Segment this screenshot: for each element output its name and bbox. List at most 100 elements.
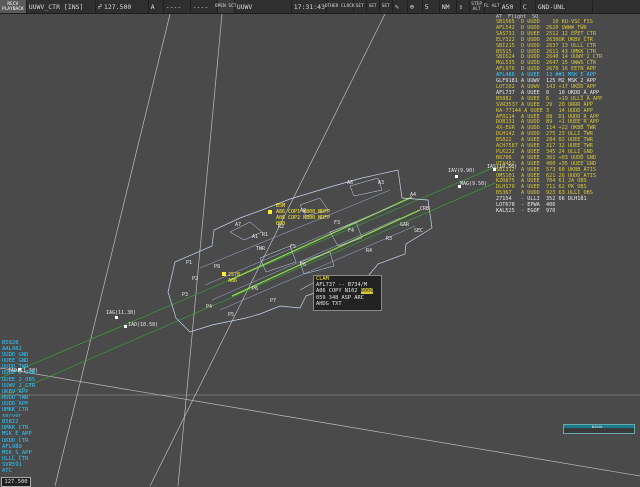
ground-tag: P6 bbox=[252, 286, 258, 292]
open-sct-label: OPEN SCT bbox=[214, 4, 237, 9]
ground-tag: A4 bbox=[410, 192, 416, 198]
top-toolbar: RECV PLAYBACK UUWV_CTR [INS] ☍ 127.500 A… bbox=[0, 0, 640, 14]
ground-tag: SEC bbox=[414, 228, 423, 234]
airport-label: UUWV bbox=[236, 2, 253, 11]
pencil-icon: ✎ bbox=[394, 2, 399, 11]
gnd-label: GND-UNL bbox=[537, 2, 566, 11]
fl-alt-button[interactable]: FL ALT bbox=[483, 0, 500, 13]
clock-time: 17:31:43 bbox=[293, 2, 325, 11]
ground-tag: CRB bbox=[420, 206, 429, 212]
range-arrows[interactable]: ⇕ bbox=[457, 0, 470, 13]
airport-field[interactable]: UUWV bbox=[235, 0, 292, 13]
radio-icon: ☍ bbox=[97, 2, 102, 11]
fix-markers: IAG(11.30) IAD(10.50) IAV(9.90) MAG(9.50… bbox=[8, 164, 517, 374]
winds-window[interactable]: Winds bbox=[563, 424, 635, 434]
ground-tag: A3 bbox=[378, 180, 384, 186]
fix-marker bbox=[455, 175, 458, 178]
ground-tag: P2 bbox=[192, 276, 198, 282]
arrows-icon: ⇕ bbox=[458, 2, 463, 11]
flight-list-rows: SB1565 D UUDD 10 RU-VSC_FSS AFL542 D UUDD… bbox=[494, 19, 640, 215]
other-clock-button[interactable]: OTHER CLOCK bbox=[324, 0, 355, 13]
atis-dashes: ---- bbox=[165, 2, 182, 11]
grid-line bbox=[177, 14, 223, 486]
ground-tag: TWR bbox=[256, 246, 266, 252]
position-label: UUWV_CTR [INS] bbox=[28, 2, 84, 11]
range-value: 5 bbox=[424, 2, 429, 11]
tag-highlight: 0000 bbox=[360, 288, 374, 295]
ground-tag: F6 bbox=[300, 262, 306, 268]
step-button[interactable]: STEP ALT bbox=[470, 0, 485, 13]
clock: 17:31:43 bbox=[292, 0, 327, 13]
gnd-filter[interactable]: GND-UNL bbox=[536, 0, 593, 13]
alt-label: ALT bbox=[472, 6, 481, 12]
grid-line bbox=[0, 367, 640, 477]
unit-field[interactable]: NM bbox=[440, 0, 457, 13]
set-button-2[interactable]: SET bbox=[367, 0, 380, 13]
pencil-button[interactable]: ✎ bbox=[393, 0, 408, 13]
ground-tag: GAR bbox=[400, 222, 410, 228]
target-b5m[interactable]: B5M A86 COP1 N800 NDFP A06 COP2 N800 NDF… bbox=[268, 203, 330, 227]
playback-button[interactable]: RECV PLAYBACK bbox=[0, 0, 27, 13]
tag-leader-line bbox=[299, 282, 314, 291]
other-clock-label: OTHER CLOCK bbox=[324, 4, 355, 9]
frequency-value: 127.500 bbox=[103, 2, 132, 11]
atis-field[interactable]: ---- bbox=[164, 0, 191, 13]
freq-mode[interactable]: A bbox=[149, 0, 164, 13]
ground-tag: A7 bbox=[235, 222, 241, 228]
set-button-1[interactable]: SET bbox=[354, 0, 367, 13]
unit-label: NM bbox=[441, 2, 450, 11]
range-field[interactable]: 5 bbox=[423, 0, 440, 13]
flight-list: AT Flight SQ SB1565 D UUDD 10 RU-VSC_FSS… bbox=[494, 14, 640, 220]
taxiway-outline bbox=[199, 189, 416, 311]
stations-rows: B5828 AAL482 UUDD_GND UUEE_GND UUDD_TWR UUEE_… bbox=[2, 340, 62, 474]
fix-label: MAG(9.50) bbox=[460, 181, 487, 187]
ground-tag: F3 bbox=[334, 220, 340, 226]
aircraft-target-icon bbox=[222, 272, 226, 276]
target-tag-line: A06 bbox=[228, 278, 237, 284]
ground-tag: P8 bbox=[214, 264, 220, 270]
winds-window-title: Winds bbox=[592, 425, 603, 429]
ground-tag: P4 bbox=[206, 304, 212, 310]
atc-stations-list: B5828 AAL482 UUDD_GND UUEE_GND UUDD_TWR UUEE_… bbox=[2, 340, 62, 474]
ground-tag: P5 bbox=[228, 312, 234, 318]
ground-tag: P3 bbox=[182, 292, 188, 298]
fix-label: IAV(9.90) bbox=[448, 168, 475, 174]
grid-line bbox=[149, 14, 386, 486]
aircraft-target-icon bbox=[268, 210, 272, 214]
north-button[interactable]: ⊕ bbox=[408, 0, 423, 13]
ground-tag: P1 bbox=[186, 260, 192, 266]
tag-line-text: A06 COPY N102 bbox=[316, 288, 361, 295]
transition-value: A50 bbox=[501, 2, 514, 11]
ground-tag: R4 bbox=[366, 248, 372, 254]
ground-tag: A1 bbox=[252, 234, 258, 240]
flight-list-row[interactable]: KAL525 - EGOF 970 bbox=[494, 208, 640, 215]
selected-aircraft-tag[interactable]: CLAM AFL737 -- B734/M A06 COPY N102 0000… bbox=[313, 275, 382, 311]
fix-marker bbox=[124, 325, 127, 328]
fix-marker bbox=[115, 316, 118, 319]
target-tag-line: 000 bbox=[276, 221, 285, 227]
c-button[interactable]: C bbox=[521, 0, 536, 13]
fl-alt-label: FL ALT bbox=[483, 4, 500, 9]
ground-tag: F5 bbox=[290, 244, 296, 250]
ground-tag: R1 bbox=[262, 232, 268, 238]
ground-tag: P7 bbox=[270, 298, 276, 304]
set-button-3[interactable]: SET bbox=[380, 0, 393, 13]
position-field[interactable]: UUWV_CTR [INS] bbox=[27, 0, 96, 13]
frequency-field[interactable]: ☍ 127.500 bbox=[96, 0, 149, 13]
grid-line bbox=[54, 14, 171, 486]
c-label: C bbox=[522, 2, 527, 11]
transition-field[interactable]: A50 bbox=[500, 0, 521, 13]
fix-label: IAD(10.50) bbox=[128, 322, 158, 328]
tag-line: AHDG TXT bbox=[316, 300, 342, 307]
playback-label: PLAYBACK bbox=[2, 6, 24, 12]
ground-tag: R3 bbox=[386, 236, 392, 242]
open-sct-button[interactable]: OPEN SCT bbox=[214, 0, 237, 13]
ground-tag: A6 bbox=[347, 180, 353, 186]
apron-outline bbox=[229, 177, 383, 275]
ground-tag: F4 bbox=[348, 228, 354, 234]
atis-field-2[interactable]: ---- bbox=[191, 0, 218, 13]
fix-label: IAG(11.30) bbox=[106, 310, 136, 316]
station-item[interactable]: ATC bbox=[2, 468, 62, 474]
set-label-3: SET bbox=[381, 4, 390, 9]
compass-icon: ⊕ bbox=[409, 2, 414, 11]
